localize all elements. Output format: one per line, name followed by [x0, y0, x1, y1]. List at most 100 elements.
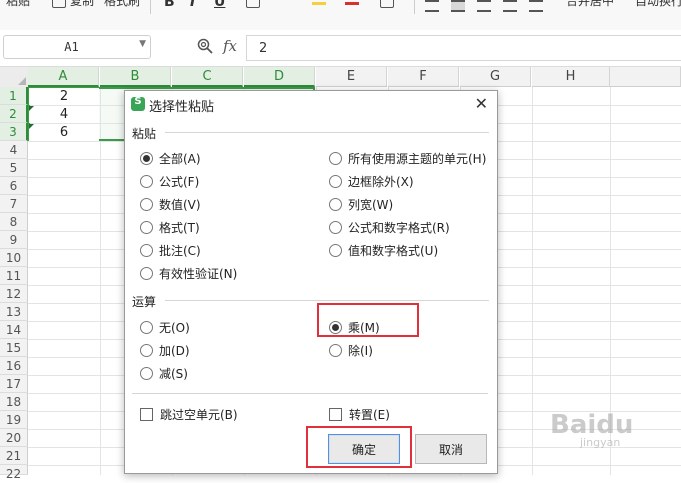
operation-option-add[interactable]: 加(D) — [140, 342, 190, 359]
ok-button[interactable]: 确定 — [328, 434, 400, 464]
operation-option-divide[interactable]: 除(I) — [329, 342, 373, 359]
paste-option-validation[interactable]: 有效性验证(N) — [140, 265, 237, 282]
radio-selected-icon[interactable] — [329, 321, 342, 334]
radio-icon[interactable] — [140, 267, 153, 280]
radio-icon[interactable] — [140, 367, 153, 380]
radio-icon[interactable] — [329, 152, 342, 165]
radio-icon[interactable] — [329, 244, 342, 257]
row-header-20[interactable]: 20 — [0, 429, 28, 447]
align-center-icon[interactable] — [529, 0, 543, 12]
align-bottom-icon[interactable] — [477, 0, 491, 12]
operation-option-multiply[interactable]: 乘(M) — [329, 319, 380, 336]
paste-option-except-borders[interactable]: 边框除外(X) — [329, 173, 414, 190]
radio-icon[interactable] — [140, 175, 153, 188]
cell-a1[interactable]: 2 — [29, 88, 99, 105]
name-box[interactable]: A1 ▼ — [3, 35, 151, 59]
row-header-8[interactable]: 8 — [0, 213, 28, 231]
row-header-1[interactable]: 1 — [0, 87, 28, 105]
radio-icon[interactable] — [140, 244, 153, 257]
merge-center-button[interactable]: 合并居中 — [566, 0, 614, 9]
chevron-down-icon[interactable]: ▼ — [139, 39, 146, 49]
dialog-title-bar[interactable]: 选择性粘贴 ✕ — [125, 91, 497, 117]
ribbon-toolbar: 粘贴 复制 格式刷 B I U 合并居中 自动换行 — [0, 0, 681, 31]
paste-option-values-number-formats[interactable]: 值和数字格式(U) — [329, 242, 438, 259]
row-header-19[interactable]: 19 — [0, 411, 28, 429]
row-header-14[interactable]: 14 — [0, 321, 28, 339]
wrap-text-button[interactable]: 自动换行 — [635, 0, 681, 9]
column-header-g[interactable]: G — [460, 67, 531, 87]
close-icon[interactable]: ✕ — [475, 94, 488, 113]
checkbox-icon[interactable] — [329, 408, 342, 421]
align-middle-icon[interactable] — [451, 0, 465, 12]
row-header-9[interactable]: 9 — [0, 231, 28, 249]
row-header-7[interactable]: 7 — [0, 195, 28, 213]
column-header-b[interactable]: B — [100, 67, 171, 87]
zoom-icon[interactable] — [197, 38, 213, 54]
grid-line — [610, 87, 611, 475]
transpose-checkbox[interactable]: 转置(E) — [329, 406, 390, 423]
column-header-a[interactable]: A — [28, 67, 99, 87]
paste-option-values[interactable]: 数值(V) — [140, 196, 201, 213]
select-all-corner[interactable] — [0, 67, 29, 88]
row-header-4[interactable]: 4 — [0, 141, 28, 159]
row-header-15[interactable]: 15 — [0, 339, 28, 357]
bold-icon[interactable]: B — [164, 0, 175, 10]
radio-icon[interactable] — [140, 221, 153, 234]
column-header-c[interactable]: C — [172, 67, 243, 87]
function-icon[interactable]: fx — [223, 37, 237, 55]
paste-option-source-theme[interactable]: 所有使用源主题的单元(H) — [329, 150, 486, 167]
fill-color-icon[interactable] — [312, 2, 326, 5]
row-header-21[interactable]: 21 — [0, 447, 28, 465]
formula-input[interactable]: 2 — [246, 35, 681, 61]
section-divider — [165, 132, 489, 133]
align-top-icon[interactable] — [425, 0, 439, 12]
column-header-d[interactable]: D — [244, 67, 315, 87]
column-header-h[interactable]: H — [532, 67, 610, 87]
radio-icon[interactable] — [140, 198, 153, 211]
paste-button[interactable]: 粘贴 — [6, 0, 30, 9]
paste-option-column-widths[interactable]: 列宽(W) — [329, 196, 393, 213]
row-header-6[interactable]: 6 — [0, 177, 28, 195]
radio-icon[interactable] — [329, 344, 342, 357]
row-header-22[interactable]: 22 — [0, 465, 28, 481]
radio-icon[interactable] — [329, 221, 342, 234]
row-header-3[interactable]: 3 — [0, 123, 28, 141]
paste-option-formats[interactable]: 格式(T) — [140, 219, 200, 236]
row-header-11[interactable]: 11 — [0, 267, 28, 285]
underline-icon[interactable]: U — [214, 0, 225, 10]
border-icon[interactable] — [246, 0, 260, 8]
row-header-2[interactable]: 2 — [0, 105, 28, 123]
clear-format-icon[interactable] — [380, 0, 394, 8]
row-header-16[interactable]: 16 — [0, 357, 28, 375]
radio-icon[interactable] — [140, 344, 153, 357]
radio-icon[interactable] — [329, 175, 342, 188]
row-header-12[interactable]: 12 — [0, 285, 28, 303]
row-header-13[interactable]: 13 — [0, 303, 28, 321]
radio-icon[interactable] — [140, 321, 153, 334]
operation-option-none[interactable]: 无(O) — [140, 319, 190, 336]
column-header-e[interactable]: E — [316, 67, 387, 87]
operation-option-subtract[interactable]: 减(S) — [140, 365, 188, 382]
radio-selected-icon[interactable] — [140, 152, 153, 165]
row-header-10[interactable]: 10 — [0, 249, 28, 267]
row-header-5[interactable]: 5 — [0, 159, 28, 177]
cell-a2[interactable]: 4 — [29, 106, 99, 123]
checkbox-icon[interactable] — [140, 408, 153, 421]
cancel-button[interactable]: 取消 — [415, 434, 487, 464]
paste-option-formulas[interactable]: 公式(F) — [140, 173, 199, 190]
skip-blanks-checkbox[interactable]: 跳过空单元(B) — [140, 406, 238, 423]
column-header-f[interactable]: F — [388, 67, 459, 87]
toolbar-divider — [414, 0, 415, 14]
font-color-icon[interactable] — [345, 2, 359, 5]
italic-icon[interactable]: I — [190, 0, 195, 10]
copy-button[interactable]: 复制 — [70, 0, 94, 9]
cell-a3[interactable]: 6 — [29, 124, 99, 141]
radio-icon[interactable] — [329, 198, 342, 211]
paste-option-comments[interactable]: 批注(C) — [140, 242, 201, 259]
row-header-17[interactable]: 17 — [0, 375, 28, 393]
align-left-icon[interactable] — [503, 0, 517, 12]
format-painter-button[interactable]: 格式刷 — [104, 0, 140, 9]
row-header-18[interactable]: 18 — [0, 393, 28, 411]
paste-option-formulas-number-formats[interactable]: 公式和数字格式(R) — [329, 219, 450, 236]
paste-option-all[interactable]: 全部(A) — [140, 150, 201, 167]
